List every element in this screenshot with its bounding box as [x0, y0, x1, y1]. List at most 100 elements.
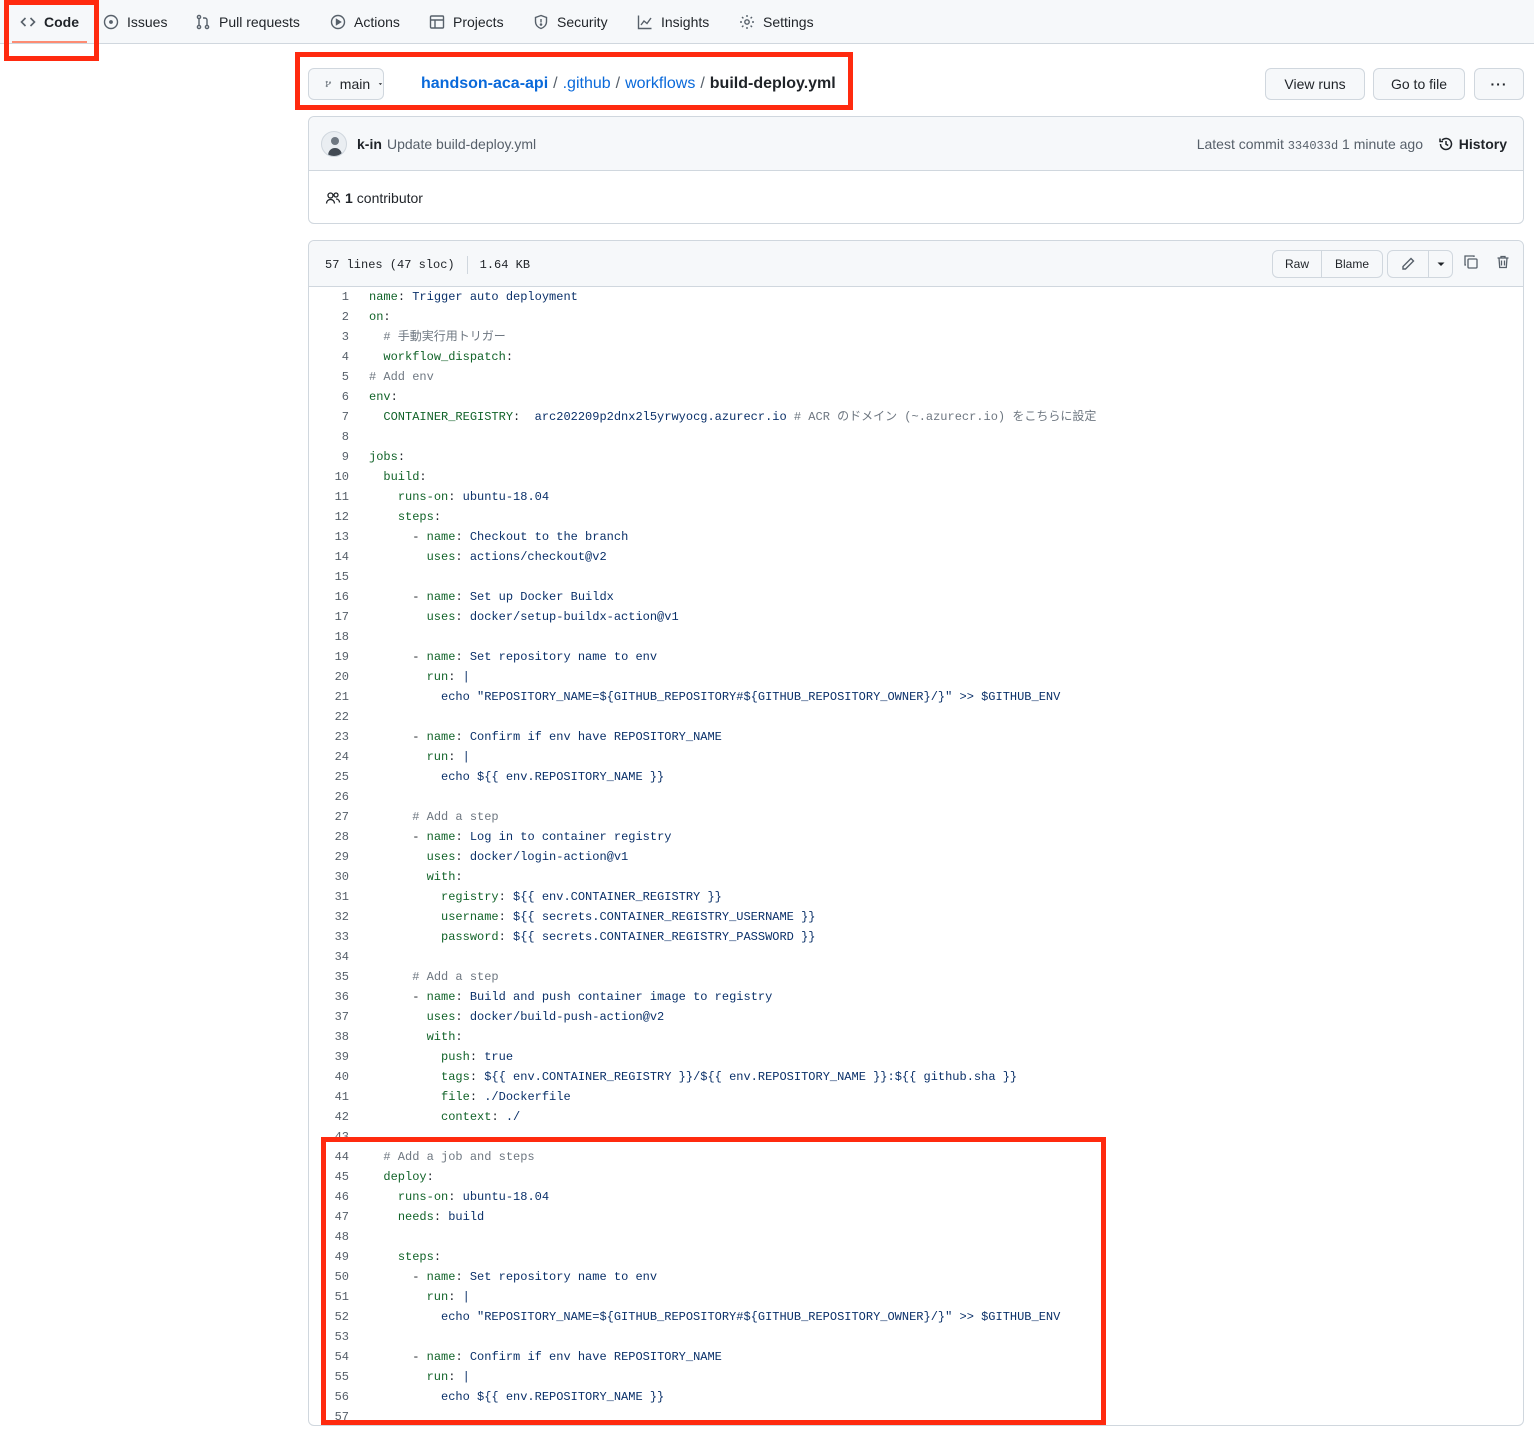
tab-actions[interactable]: Actions	[330, 0, 400, 43]
commit-sha[interactable]: 334033d	[1288, 139, 1338, 153]
blame-button[interactable]: Blame	[1321, 250, 1383, 278]
view-runs-label: View runs	[1284, 76, 1346, 92]
line-number[interactable]: 35	[309, 967, 349, 987]
line-content: with:	[426, 870, 463, 884]
line-number[interactable]: 25	[309, 767, 349, 787]
line-number[interactable]: 32	[309, 907, 349, 927]
line-number[interactable]: 51	[309, 1287, 349, 1307]
line-number[interactable]: 9	[309, 447, 349, 467]
tab-projects[interactable]: Projects	[429, 0, 504, 43]
commit-message[interactable]: Update build-deploy.yml	[387, 136, 536, 152]
tab-settings[interactable]: Settings	[739, 0, 814, 43]
breadcrumb-workflows-dir-link[interactable]: workflows	[625, 75, 695, 93]
line-number[interactable]: 53	[309, 1327, 349, 1347]
line-content: # 手動実行用トリガー	[383, 330, 506, 344]
line-number[interactable]: 19	[309, 647, 349, 667]
tab-settings-label: Settings	[763, 13, 814, 30]
contributors[interactable]: 1 contributor	[325, 190, 423, 206]
edit-options-dropdown[interactable]	[1428, 250, 1453, 278]
line-number[interactable]: 40	[309, 1067, 349, 1087]
line-number[interactable]: 52	[309, 1307, 349, 1327]
tab-code[interactable]: Code	[12, 0, 87, 43]
line-number[interactable]: 22	[309, 707, 349, 727]
tab-insights[interactable]: Insights	[637, 0, 709, 43]
kebab-horizontal-icon: ···	[1490, 76, 1508, 92]
delete-file-button[interactable]	[1495, 254, 1513, 272]
line-number[interactable]: 57	[309, 1407, 349, 1427]
line-number[interactable]: 27	[309, 807, 349, 827]
line-number[interactable]: 14	[309, 547, 349, 567]
line-content: echo ${{ env.REPOSITORY_NAME }}	[369, 1390, 665, 1404]
line-number[interactable]: 13	[309, 527, 349, 547]
line-number[interactable]: 42	[309, 1107, 349, 1127]
line-number[interactable]: 23	[309, 727, 349, 747]
line-content: username: ${{ secrets.CONTAINER_REGISTRY…	[441, 910, 816, 924]
line-number[interactable]: 46	[309, 1187, 349, 1207]
line-number[interactable]: 31	[309, 887, 349, 907]
line-number[interactable]: 38	[309, 1027, 349, 1047]
tab-security[interactable]: Security	[533, 0, 608, 43]
line-number[interactable]: 45	[309, 1167, 349, 1187]
line-number[interactable]: 37	[309, 1007, 349, 1027]
line-number[interactable]: 47	[309, 1207, 349, 1227]
code-line: 11 runs-on: ubuntu-18.04	[309, 487, 1523, 507]
line-number[interactable]: 11	[309, 487, 349, 507]
line-number[interactable]: 44	[309, 1147, 349, 1167]
line-number[interactable]: 55	[309, 1367, 349, 1387]
line-number[interactable]: 20	[309, 667, 349, 687]
latest-commit-info: Latest commit 334033d 1 minute ago	[1197, 136, 1423, 153]
line-number[interactable]: 28	[309, 827, 349, 847]
line-number[interactable]: 43	[309, 1127, 349, 1147]
line-number[interactable]: 33	[309, 927, 349, 947]
line-number[interactable]: 30	[309, 867, 349, 887]
triangle-down-icon	[378, 83, 383, 85]
view-runs-button[interactable]: View runs	[1265, 68, 1365, 100]
line-number[interactable]: 10	[309, 467, 349, 487]
line-number[interactable]: 4	[309, 347, 349, 367]
line-content: push: true	[441, 1050, 514, 1064]
tab-issues[interactable]: Issues	[103, 0, 167, 43]
line-number[interactable]: 56	[309, 1387, 349, 1407]
line-number[interactable]: 48	[309, 1227, 349, 1247]
commit-author[interactable]: k-in	[357, 136, 382, 152]
branch-selector[interactable]: main	[308, 68, 384, 100]
line-number[interactable]: 16	[309, 587, 349, 607]
tab-pull-requests[interactable]: Pull requests	[195, 0, 300, 43]
line-content: - name: Set up Docker Buildx	[412, 590, 614, 604]
go-to-file-button[interactable]: Go to file	[1373, 68, 1465, 100]
more-options-button[interactable]: ···	[1474, 68, 1524, 100]
line-number[interactable]: 29	[309, 847, 349, 867]
line-number[interactable]: 39	[309, 1047, 349, 1067]
line-number[interactable]: 36	[309, 987, 349, 1007]
line-number[interactable]: 8	[309, 427, 349, 447]
edit-file-button[interactable]	[1387, 250, 1429, 278]
history-link[interactable]: History	[1438, 136, 1507, 152]
line-number[interactable]: 24	[309, 747, 349, 767]
line-number[interactable]: 6	[309, 387, 349, 407]
line-number[interactable]: 26	[309, 787, 349, 807]
copy-button[interactable]	[1463, 254, 1481, 272]
line-number[interactable]: 18	[309, 627, 349, 647]
line-number[interactable]: 2	[309, 307, 349, 327]
raw-button[interactable]: Raw	[1272, 250, 1322, 278]
line-number[interactable]: 17	[309, 607, 349, 627]
line-number[interactable]: 5	[309, 367, 349, 387]
file-info-divider	[466, 256, 468, 274]
line-number[interactable]: 50	[309, 1267, 349, 1287]
line-number[interactable]: 7	[309, 407, 349, 427]
breadcrumb-github-dir-link[interactable]: .github	[563, 75, 611, 93]
line-number[interactable]: 49	[309, 1247, 349, 1267]
line-number[interactable]: 41	[309, 1087, 349, 1107]
line-number[interactable]: 3	[309, 327, 349, 347]
code-line: 37 uses: docker/build-push-action@v2	[309, 1007, 1523, 1027]
line-number[interactable]: 34	[309, 947, 349, 967]
line-number[interactable]: 15	[309, 567, 349, 587]
breadcrumb-repo-link[interactable]: handson-aca-api	[421, 75, 548, 93]
line-number[interactable]: 1	[309, 287, 349, 307]
code-line: 55 run: |	[309, 1367, 1523, 1387]
code-line: 10 build:	[309, 467, 1523, 487]
line-number[interactable]: 21	[309, 687, 349, 707]
line-number[interactable]: 54	[309, 1347, 349, 1367]
line-number[interactable]: 12	[309, 507, 349, 527]
avatar[interactable]	[321, 131, 347, 157]
